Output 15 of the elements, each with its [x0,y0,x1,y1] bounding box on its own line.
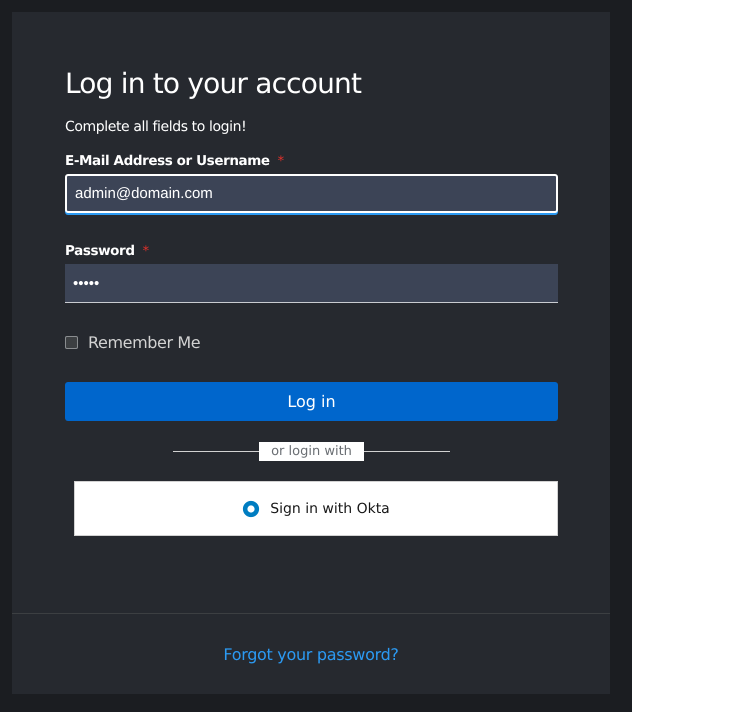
checkbox-label: Remember Me [88,333,200,352]
ring-icon [242,500,260,518]
required-mark: * [278,154,284,169]
page-title: Log in to your account [65,68,362,100]
instructions-text: Complete all fields to login! [65,119,248,135]
field-label: E-Mail Address or Username [65,153,270,169]
divider-label: or login with [259,442,364,461]
required-mark: * [142,244,150,259]
input-field[interactable]: ••••• [65,264,558,303]
sso-button[interactable]: Sign in with Okta [74,481,558,536]
login-button[interactable]: Log in [65,382,558,421]
forgot-password-link[interactable]: Forgot your password? [223,644,399,664]
input-field[interactable]: admin@domain.com [65,174,558,213]
field-label: Password [65,243,135,259]
checkbox[interactable] [65,336,78,349]
